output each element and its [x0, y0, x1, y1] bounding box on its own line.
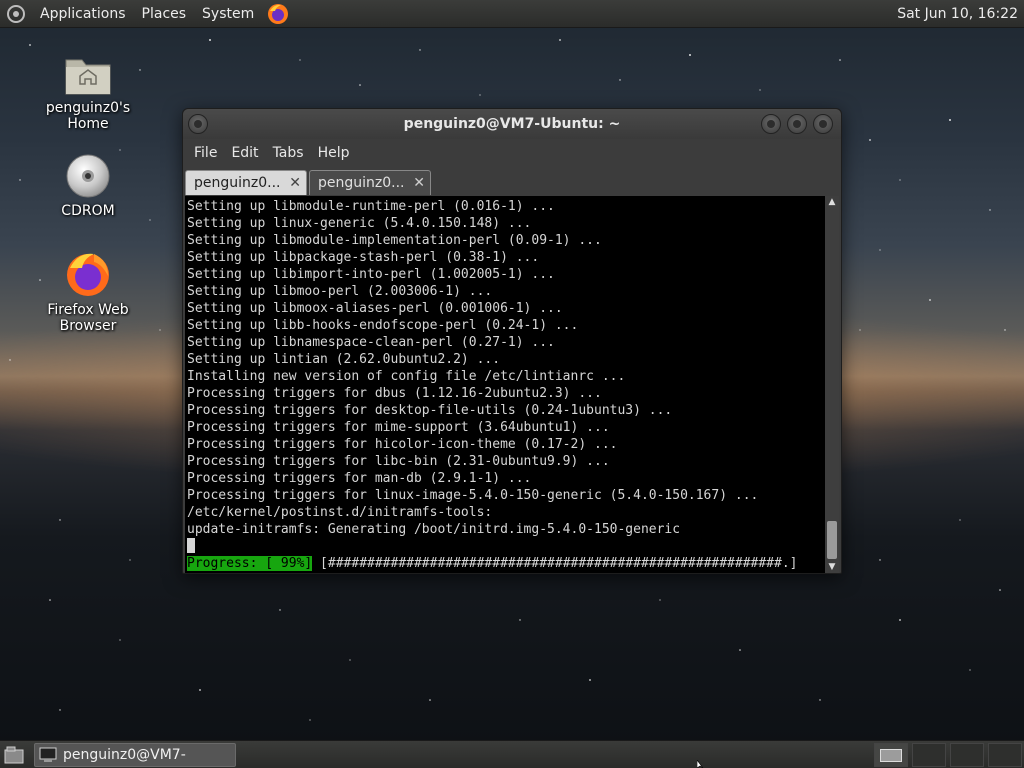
maximize-button[interactable]	[787, 114, 807, 134]
window-titlebar[interactable]: penguinz0@VM7-Ubuntu: ~	[183, 109, 841, 139]
desktop-icon-label: Firefox Web Browser	[47, 302, 129, 334]
window-menu-button[interactable]	[188, 114, 208, 134]
workspace-4[interactable]	[988, 743, 1022, 767]
terminal-line: Setting up libmoox-aliases-perl (0.00100…	[187, 301, 563, 316]
close-button[interactable]	[813, 114, 833, 134]
top-panel: Applications Places System Sat Jun 10, 1…	[0, 0, 1024, 28]
terminal-line: Processing triggers for dbus (1.12.16-2u…	[187, 386, 602, 401]
terminal-lines: Setting up libmodule-runtime-perl (0.016…	[185, 196, 827, 538]
terminal-line: Installing new version of config file /e…	[187, 369, 626, 384]
terminal-menubar: File Edit Tabs Help	[183, 139, 841, 167]
workspace-1[interactable]	[874, 743, 908, 767]
applications-menu[interactable]: Applications	[32, 0, 134, 28]
places-menu[interactable]: Places	[134, 0, 195, 28]
menu-help[interactable]: Help	[311, 145, 357, 161]
terminal-line: Setting up libmodule-implementation-perl…	[187, 233, 602, 248]
terminal-line: Setting up libb-hooks-endofscope-perl (0…	[187, 318, 579, 333]
progress-label: Progress: [ 99%]	[187, 556, 313, 571]
window-title: penguinz0@VM7-Ubuntu: ~	[403, 116, 621, 132]
terminal-icon	[39, 747, 57, 762]
desktop-icon-cdrom[interactable]: CDROM	[28, 153, 148, 219]
terminal-line: Processing triggers for man-db (2.9.1-1)…	[187, 471, 532, 486]
system-menu[interactable]: System	[194, 0, 262, 28]
bottom-panel: penguinz0@VM7-Ubun...	[0, 740, 1024, 768]
terminal-line: /etc/kernel/postinst.d/initramfs-tools:	[187, 505, 493, 520]
cdrom-icon	[66, 154, 110, 198]
minimize-button[interactable]	[761, 114, 781, 134]
menu-file[interactable]: File	[187, 145, 224, 161]
scroll-up-arrow-icon[interactable]: ▲	[825, 196, 839, 208]
terminal-line: update-initramfs: Generating /boot/initr…	[187, 522, 681, 537]
terminal-line: Processing triggers for hicolor-icon-the…	[187, 437, 618, 452]
home-folder-icon	[65, 59, 111, 95]
scrollbar-thumb[interactable]	[827, 521, 837, 559]
taskbar-button-label: penguinz0@VM7-Ubun...	[63, 747, 186, 763]
terminal-tab-2[interactable]: penguinz0... ✕	[309, 170, 431, 195]
progress-line: Progress: [ 99%] [######################…	[185, 555, 827, 572]
workspace-3[interactable]	[950, 743, 984, 767]
show-desktop-icon[interactable]	[4, 745, 24, 765]
workspace-2[interactable]	[912, 743, 946, 767]
desktop-icon-label: penguinz0's Home	[45, 100, 131, 132]
terminal-line: Setting up libmodule-runtime-perl (0.016…	[187, 199, 555, 214]
terminal-line: Processing triggers for linux-image-5.4.…	[187, 488, 759, 503]
terminal-line: Setting up linux-generic (5.4.0.150.148)…	[187, 216, 532, 231]
terminal-scrollbar[interactable]: ▲ ▼	[825, 196, 839, 573]
terminal-line: Setting up libnamespace-clean-perl (0.27…	[187, 335, 555, 350]
cursor-line	[185, 538, 827, 555]
terminal-line: Setting up libimport-into-perl (1.002005…	[187, 267, 555, 282]
terminal-tab-1[interactable]: penguinz0... ✕	[185, 170, 307, 195]
terminal-output[interactable]: Setting up libmodule-runtime-perl (0.016…	[185, 196, 827, 573]
terminal-line: Setting up libpackage-stash-perl (0.38-1…	[187, 250, 540, 265]
menu-edit[interactable]: Edit	[224, 145, 265, 161]
taskbar-terminal-button[interactable]: penguinz0@VM7-Ubun...	[34, 743, 236, 767]
progress-bar-text: [#######################################…	[312, 556, 798, 571]
tab-label: penguinz0...	[194, 175, 281, 191]
scroll-down-arrow-icon[interactable]: ▼	[825, 561, 839, 573]
text-cursor	[187, 538, 195, 553]
terminal-window[interactable]: penguinz0@VM7-Ubuntu: ~ File Edit Tabs H…	[182, 108, 842, 574]
workspace-window-preview	[880, 749, 902, 762]
terminal-line: Processing triggers for desktop-file-uti…	[187, 403, 673, 418]
desktop-icon-label: CDROM	[61, 203, 115, 219]
terminal-line: Setting up lintian (2.62.0ubuntu2.2) ...	[187, 352, 501, 367]
clock[interactable]: Sat Jun 10, 16:22	[897, 0, 1018, 28]
firefox-launcher-icon[interactable]	[266, 2, 290, 26]
terminal-line: Processing triggers for mime-support (3.…	[187, 420, 610, 435]
terminal-line: Setting up libmoo-perl (2.003006-1) ...	[187, 284, 493, 299]
terminal-tabbar: penguinz0... ✕ penguinz0... ✕	[183, 167, 841, 195]
distro-logo-icon[interactable]	[6, 4, 26, 24]
terminal-line: Processing triggers for libc-bin (2.31-0…	[187, 454, 610, 469]
firefox-icon	[67, 253, 109, 296]
desktop-icon-firefox[interactable]: Firefox Web Browser	[28, 250, 148, 334]
menu-tabs[interactable]: Tabs	[266, 145, 311, 161]
close-tab-icon[interactable]: ✕	[289, 171, 301, 195]
desktop-icon-home[interactable]: penguinz0's Home	[28, 52, 148, 132]
close-tab-icon[interactable]: ✕	[413, 171, 425, 195]
tab-label: penguinz0...	[318, 175, 405, 191]
mouse-pointer-icon	[697, 760, 704, 768]
